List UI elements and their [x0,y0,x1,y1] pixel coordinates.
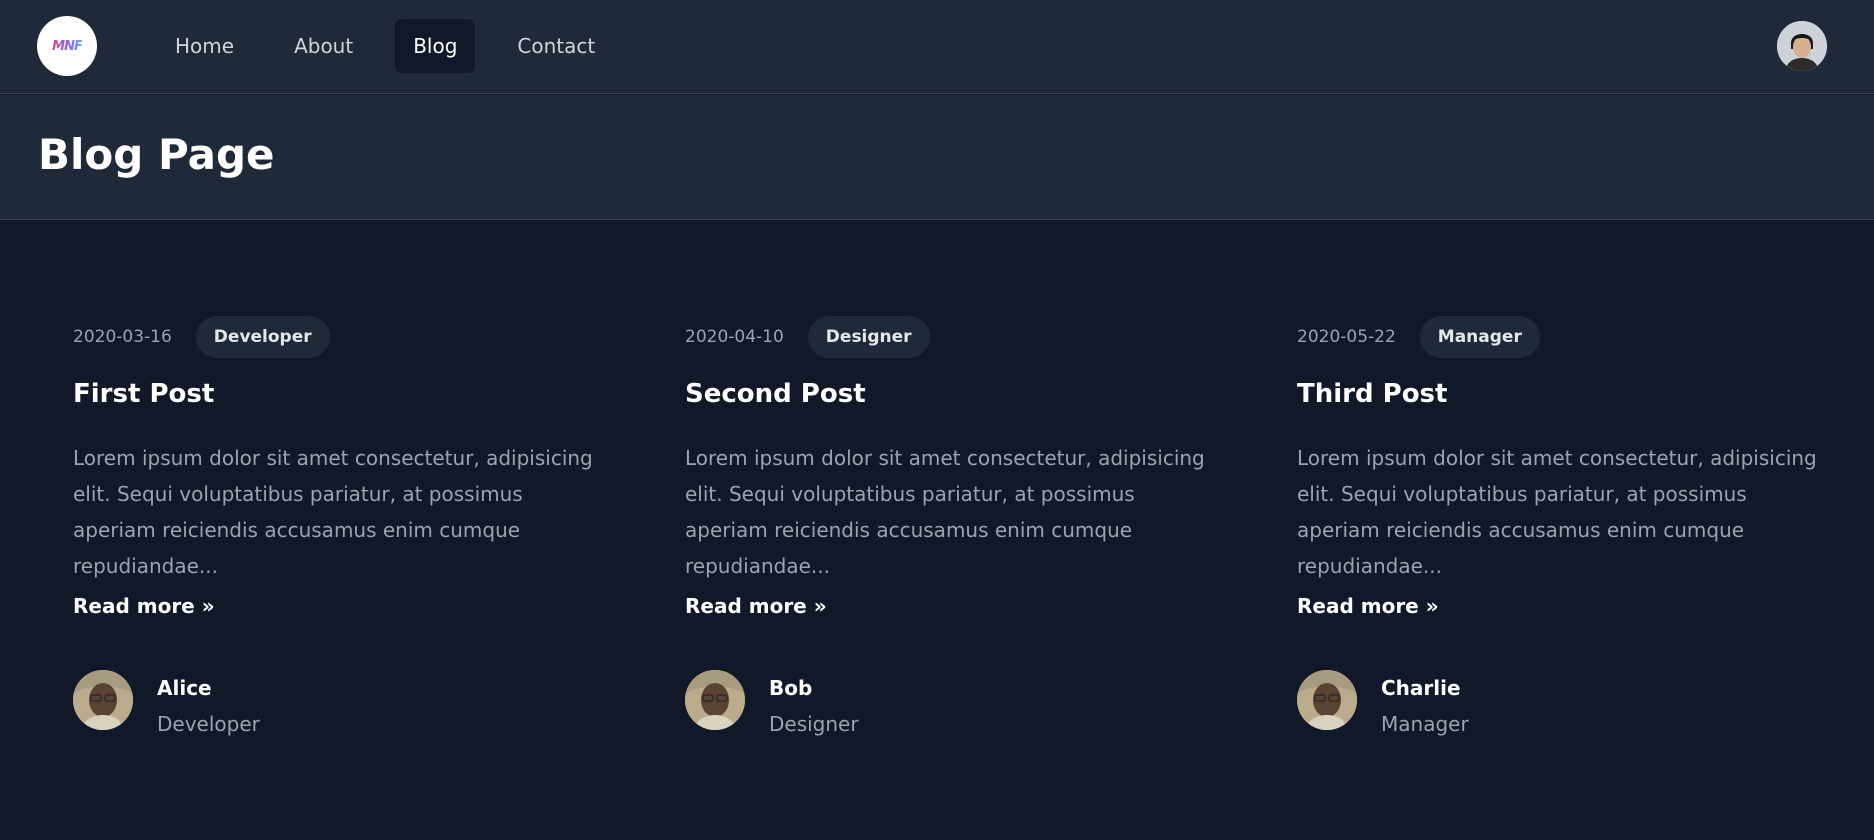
post-author: Charlie Manager [1297,669,1817,742]
author-avatar[interactable] [685,669,745,730]
author-name[interactable]: Alice [157,670,260,706]
user-avatar-image [1777,21,1827,71]
blog-post-card: 2020-05-22 Manager Third Post Lorem ipsu… [1297,316,1817,742]
post-date: 2020-05-22 [1297,327,1396,347]
nav-item-about[interactable]: About [276,19,371,73]
author-role: Developer [157,711,260,736]
blog-post-card: 2020-04-10 Designer Second Post Lorem ip… [685,316,1205,742]
post-category-tag[interactable]: Manager [1419,316,1540,358]
post-author: Bob Designer [685,669,1205,742]
post-date: 2020-04-10 [685,327,784,347]
author-info: Alice Developer [157,670,260,742]
post-title[interactable]: Second Post [685,378,1205,412]
page-title: Blog Page [38,130,275,179]
top-navbar: MNF Home About Blog Contact [0,0,1874,94]
author-role: Manager [1381,711,1469,736]
author-name[interactable]: Bob [769,670,859,706]
author-avatar-image [685,669,745,730]
author-avatar[interactable] [1297,669,1357,730]
nav-item-home[interactable]: Home [157,19,252,73]
author-avatar[interactable] [73,669,133,730]
read-more-link[interactable]: Read more » [73,594,215,618]
logo-text: MNF [52,38,83,54]
read-more-link[interactable]: Read more » [685,594,827,618]
post-title[interactable]: First Post [73,378,593,412]
author-name[interactable]: Charlie [1381,670,1469,706]
nav-item-contact[interactable]: Contact [499,19,613,73]
post-meta: 2020-04-10 Designer [685,316,1205,358]
post-meta: 2020-03-16 Developer [73,316,593,358]
post-excerpt: Lorem ipsum dolor sit amet consectetur, … [685,445,1205,578]
main-nav: Home About Blog Contact [157,19,637,73]
author-avatar-image [1297,669,1357,730]
blog-post-card: 2020-03-16 Developer First Post Lorem ip… [73,316,593,742]
nav-item-blog[interactable]: Blog [395,19,476,73]
post-author: Alice Developer [73,669,593,742]
author-info: Charlie Manager [1381,670,1469,742]
user-avatar[interactable] [1777,21,1827,71]
post-title[interactable]: Third Post [1297,378,1817,412]
post-excerpt: Lorem ipsum dolor sit amet consectetur, … [1297,445,1817,578]
page-header: Blog Page [0,95,1874,220]
post-category-tag[interactable]: Designer [807,316,930,358]
author-avatar-image [73,669,133,730]
post-meta: 2020-05-22 Manager [1297,316,1817,358]
post-excerpt: Lorem ipsum dolor sit amet consectetur, … [73,445,593,578]
post-category-tag[interactable]: Developer [195,316,330,358]
author-role: Designer [769,711,859,736]
site-logo[interactable]: MNF [37,16,97,76]
post-date: 2020-03-16 [73,327,172,347]
read-more-link[interactable]: Read more » [1297,594,1439,618]
author-info: Bob Designer [769,670,859,742]
